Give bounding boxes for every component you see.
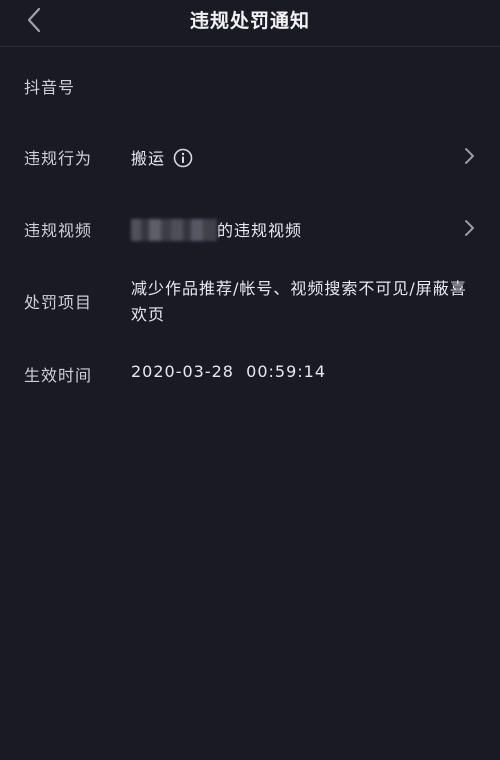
info-icon[interactable] — [173, 148, 193, 168]
penalty-items-row: 处罚项目 减少作品推荐/帐号、视频搜索不可见/屏蔽喜欢页 — [0, 276, 500, 328]
douyin-id-row: 抖音号 — [0, 72, 500, 98]
violation-behavior-label: 违规行为 — [24, 149, 93, 168]
effective-time-label: 生效时间 — [24, 366, 93, 385]
violation-behavior-row[interactable]: 违规行为 搬运 — [0, 142, 500, 170]
violation-video-label: 违规视频 — [24, 221, 93, 240]
top-nav-bar: 违规处罚通知 — [0, 0, 500, 47]
penalty-items-label: 处罚项目 — [24, 293, 93, 312]
effective-time-row: 生效时间 2020-03-28 00:59:14 — [0, 360, 500, 386]
chevron-right-icon — [465, 220, 474, 236]
violation-behavior-value: 搬运 — [131, 149, 166, 168]
redacted-video-name — [131, 219, 217, 241]
violation-video-row[interactable]: 违规视频 的违规视频 — [0, 214, 500, 242]
violation-video-suffix: 的违规视频 — [217, 221, 303, 240]
violation-video-value-wrap: 的违规视频 — [131, 217, 302, 241]
page-title: 违规处罚通知 — [189, 10, 310, 32]
violation-behavior-value-wrap: 搬运 — [131, 145, 193, 169]
douyin-id-label: 抖音号 — [24, 78, 76, 97]
chevron-right-icon — [465, 148, 474, 164]
penalty-items-value: 减少作品推荐/帐号、视频搜索不可见/屏蔽喜欢页 — [131, 279, 467, 324]
effective-time-value: 2020-03-28 00:59:14 — [131, 362, 327, 381]
